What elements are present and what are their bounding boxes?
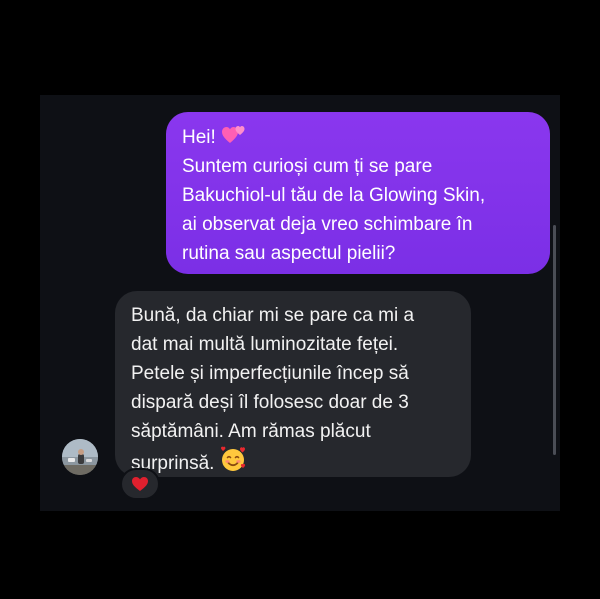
sent-message-line-5: rutina sau aspectul pielii? [182,243,396,264]
chat-thread[interactable]: Hei! Suntem curioși cum ți se pare Bakuc… [40,95,560,511]
smiling-face-with-hearts-icon [220,446,245,471]
received-message-bubble[interactable]: Bună, da chiar mi se pare ca mi a dat ma… [115,291,471,477]
red-heart-icon [132,477,148,491]
received-message-line-6: surprinsă. [131,446,455,478]
sent-message-line-2: Suntem curioși cum ți se pare [182,156,433,177]
avatar[interactable] [62,439,98,475]
sent-message-line-4: ai observat deja vreo schimbare în [182,214,473,235]
reaction-badge[interactable] [120,468,160,500]
profile-photo-avatar [62,439,98,475]
received-message-line-2: dat mai multă luminozitate feței. [131,334,399,355]
sent-message-bubble[interactable]: Hei! Suntem curioși cum ți se pare Bakuc… [166,112,550,274]
two-hearts-icon [222,126,245,143]
received-message-line-5: săptămâni. Am rămas plăcut [131,421,371,442]
sent-message-line-1: Hei! [182,123,534,152]
received-message-line-1: Bună, da chiar mi se pare ca mi a [131,305,415,326]
scrollbar[interactable] [553,225,556,455]
sent-message-line-3: Bakuchiol-ul tău de la Glowing Skin, [182,185,486,206]
sent-message-greeting: Hei! [182,127,216,148]
received-message-line-3: Petele și imperfecțiunile încep să [131,363,409,384]
received-message-line-4: dispară deși îl folosesc doar de 3 [131,392,409,413]
